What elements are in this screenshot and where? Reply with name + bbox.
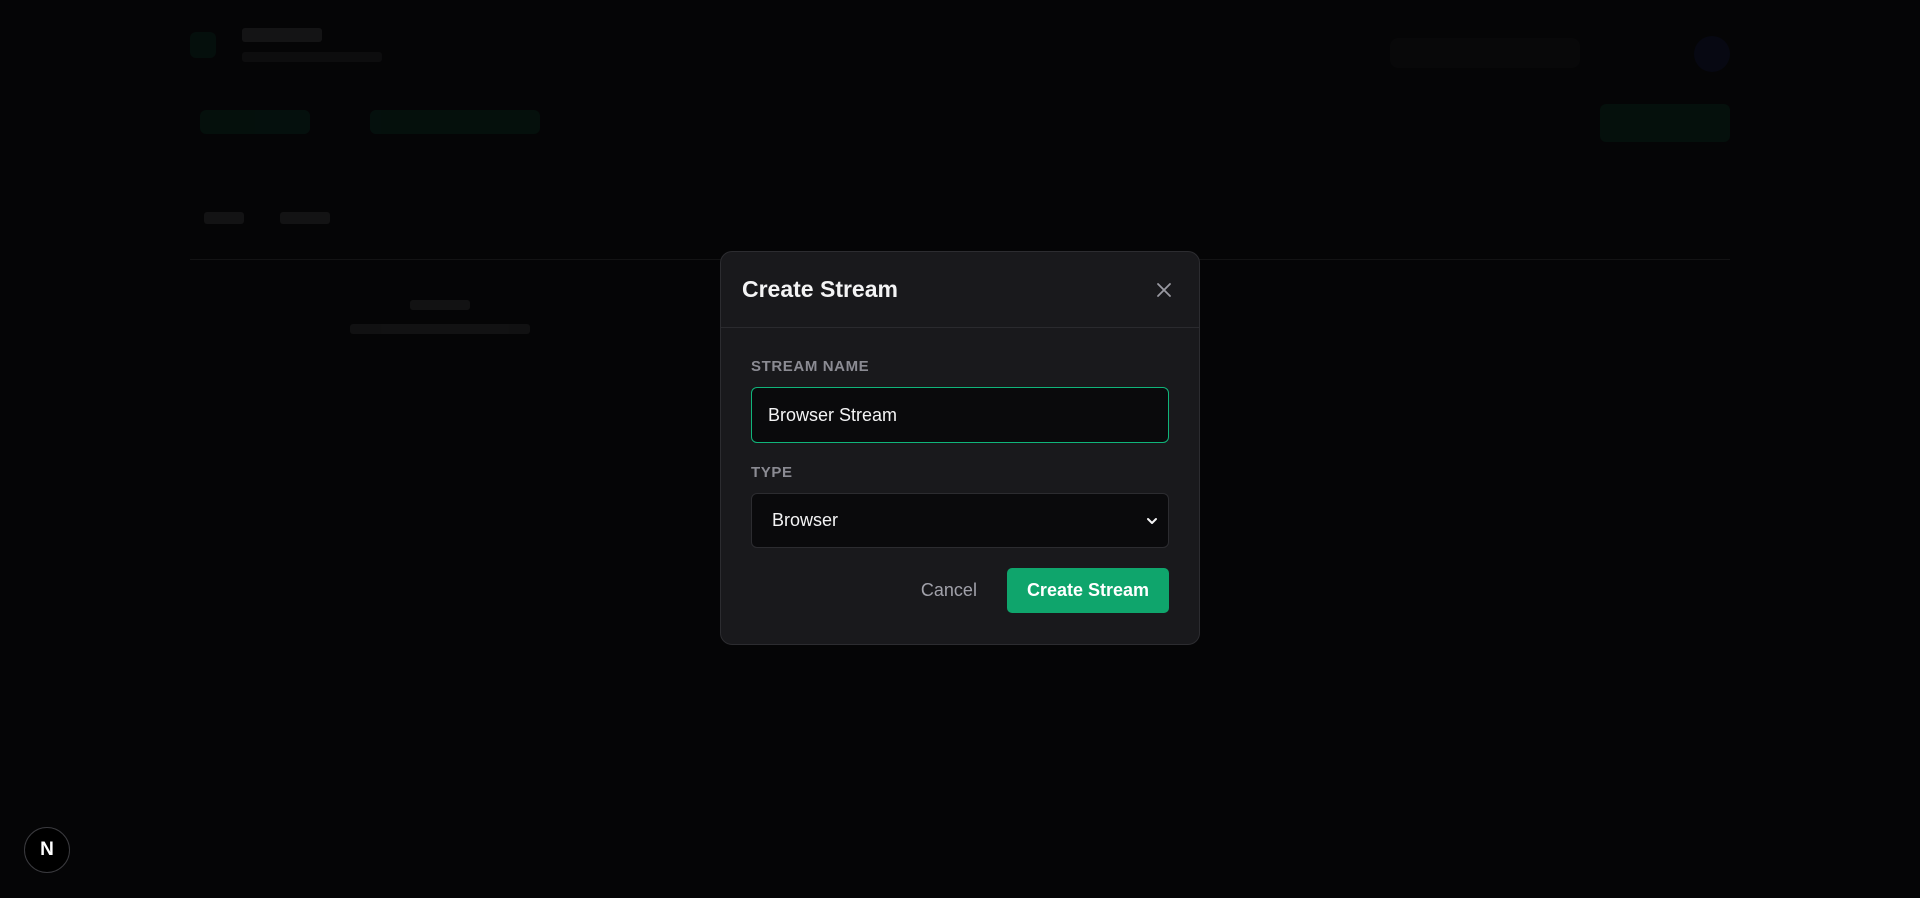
- toolbar-chip: [370, 110, 540, 134]
- stream-name-input[interactable]: [751, 387, 1169, 443]
- type-select-value: Browser: [772, 510, 839, 530]
- dialog-actions: Cancel Create Stream: [751, 568, 1169, 613]
- background-primary-button: [1600, 104, 1730, 142]
- dialog-body: STREAM NAME TYPE Browser Cancel Create S…: [721, 328, 1199, 613]
- background-header: [190, 18, 1730, 78]
- app-logo: [190, 32, 216, 58]
- dev-tools-letter: N: [40, 839, 54, 860]
- header-pill: [1390, 38, 1580, 68]
- create-stream-button[interactable]: Create Stream: [1006, 568, 1169, 613]
- stream-name-label: STREAM NAME: [751, 358, 870, 375]
- background-empty-state: [350, 300, 530, 350]
- type-select[interactable]: Browser: [751, 493, 1169, 548]
- type-label: TYPE: [751, 464, 793, 481]
- create-stream-dialog: Create Stream STREAM NAME TYPE Browser C…: [720, 251, 1200, 645]
- close-icon: [1157, 282, 1171, 297]
- app-subtitle-placeholder: [242, 52, 382, 62]
- chevron-down-icon: [1147, 517, 1157, 524]
- avatar: [1694, 36, 1730, 72]
- background-tab: [204, 212, 244, 224]
- dev-tools-indicator[interactable]: N: [24, 827, 70, 873]
- background-tab: [280, 212, 330, 224]
- toolbar-chip: [200, 110, 310, 134]
- dialog-title: Create Stream: [742, 276, 898, 302]
- dialog-header: Create Stream: [721, 252, 1199, 328]
- app-name-placeholder: [242, 28, 322, 42]
- cancel-button[interactable]: Cancel: [903, 568, 995, 613]
- close-button[interactable]: [1149, 275, 1179, 305]
- background-toolbar: [190, 100, 1730, 144]
